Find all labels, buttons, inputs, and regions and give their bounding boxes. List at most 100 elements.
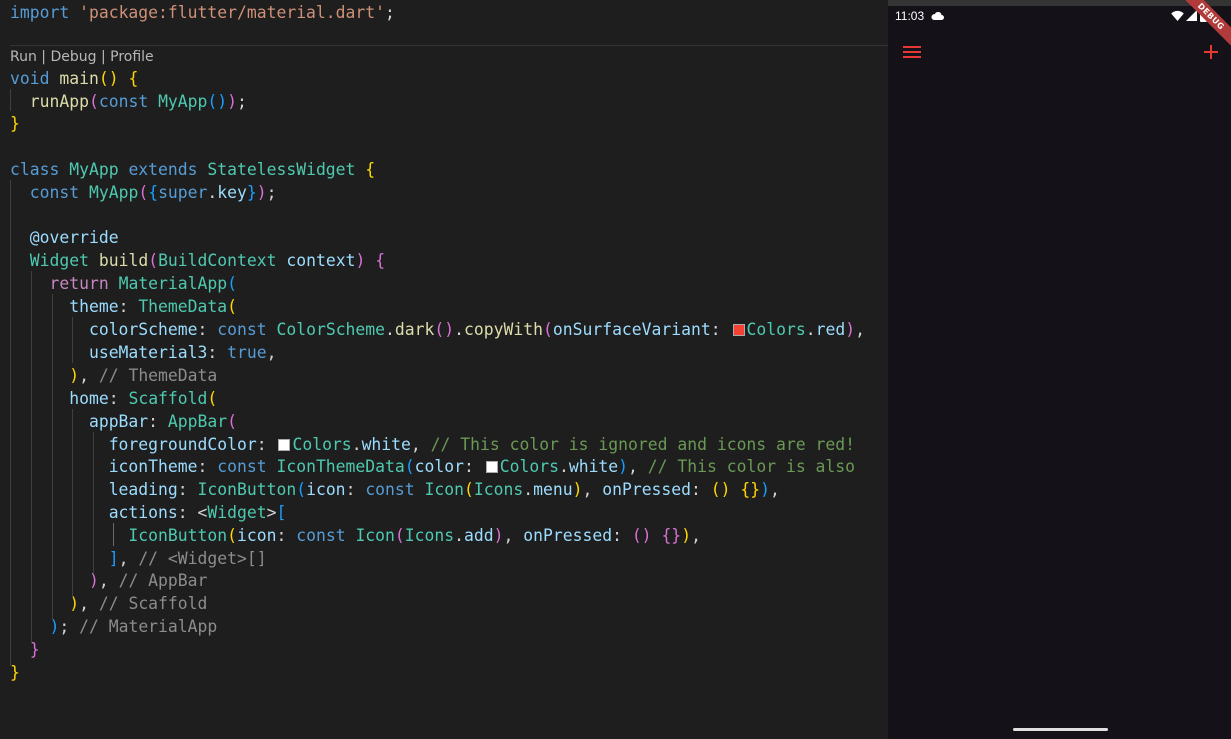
code-token: .: [385, 320, 395, 339]
code-token: :: [276, 526, 297, 545]
indent-guide: [72, 409, 73, 597]
code-line[interactable]: @override: [10, 226, 119, 249]
code-token: runApp: [29, 92, 89, 111]
code-token: MyApp: [88, 183, 139, 202]
code-token: (: [296, 480, 307, 499]
code-token: .: [523, 480, 534, 499]
code-token: :: [710, 320, 731, 339]
code-token: extends: [128, 160, 198, 179]
code-token: (: [464, 480, 474, 499]
code-token: Scaffold: [128, 389, 208, 408]
code-token: iconTheme: [108, 457, 198, 476]
signal-icon: [1186, 10, 1197, 21]
code-line[interactable]: ); // MaterialApp: [10, 615, 217, 638]
code-token: ): [227, 92, 238, 111]
code-token: MyApp: [158, 92, 208, 111]
code-token: ): [845, 320, 856, 339]
indent-guide: [10, 180, 11, 666]
code-line[interactable]: leading: IconButton(icon: const Icon(Ico…: [10, 478, 780, 501]
code-token: (: [227, 526, 237, 545]
code-token: void: [10, 69, 50, 88]
indent-guide: [31, 271, 32, 643]
add-icon[interactable]: [1199, 40, 1223, 64]
home-indicator[interactable]: [1013, 728, 1108, 731]
indent-guide: [113, 523, 114, 546]
code-token: :: [177, 480, 198, 499]
code-token: ): [355, 251, 366, 270]
code-token: ): [49, 617, 60, 636]
code-token: copyWith: [464, 320, 543, 339]
code-line[interactable]: Widget build(BuildContext context) {: [10, 249, 385, 272]
code-line[interactable]: ), // Scaffold: [10, 592, 207, 615]
code-token: foregroundColor: [108, 435, 257, 454]
code-token: .: [454, 320, 465, 339]
code-line[interactable]: ], // <Widget>[]: [10, 547, 267, 570]
menu-icon[interactable]: [900, 40, 924, 64]
code-line[interactable]: ), // AppBar: [10, 569, 207, 592]
code-line[interactable]: }: [10, 638, 40, 661]
code-token: ): [69, 594, 80, 613]
code-token: appBar: [88, 412, 149, 431]
code-line[interactable]: ), // ThemeData: [10, 364, 217, 387]
code-token: :: [108, 389, 129, 408]
code-line[interactable]: home: Scaffold(: [10, 387, 217, 410]
navigation-bar: [888, 719, 1231, 739]
code-token: // ThemeData: [98, 366, 218, 385]
code-token: // Scaffold: [98, 594, 208, 613]
code-token: {: [128, 69, 139, 88]
code-token: true: [227, 343, 267, 362]
code-line[interactable]: appBar: AppBar(: [10, 410, 237, 433]
code-line[interactable]: useMaterial3: true,: [10, 341, 277, 364]
code-line[interactable]: iconTheme: const IconThemeData(color: Co…: [10, 455, 855, 478]
code-line[interactable]: import 'package:flutter/material.dart';: [10, 1, 395, 24]
code-token: }: [10, 114, 20, 133]
status-bar: 11:03: [888, 6, 1231, 28]
color-swatch-icon[interactable]: [732, 324, 745, 336]
code-token: Widget: [29, 251, 89, 270]
code-token: ,: [691, 526, 701, 545]
code-token: IconButton: [128, 526, 228, 545]
code-token: (: [227, 297, 237, 316]
code-token: :: [463, 457, 484, 476]
code-token: ,: [855, 320, 865, 339]
color-swatch-icon[interactable]: [278, 439, 291, 451]
code-line[interactable]: }: [10, 661, 20, 684]
code-token: ,: [79, 594, 99, 613]
code-token: const: [98, 92, 149, 111]
code-line[interactable]: theme: ThemeData(: [10, 295, 237, 318]
code-line[interactable]: runApp(const MyApp());: [10, 90, 247, 113]
codelens-run-debug-profile[interactable]: Run | Debug | Profile: [10, 46, 154, 68]
code-token: }: [10, 663, 20, 682]
code-token: [: [276, 503, 287, 522]
code-token: (: [394, 526, 405, 545]
code-line[interactable]: foregroundColor: Colors.white, // This c…: [10, 433, 855, 456]
code-token: onPressed: [602, 480, 692, 499]
code-line[interactable]: class MyApp extends StatelessWidget {: [10, 158, 375, 181]
code-token: {}: [740, 480, 761, 499]
code-token: (: [227, 274, 238, 293]
code-line[interactable]: colorScheme: const ColorScheme.dark().co…: [10, 318, 865, 341]
code-line[interactable]: void main() {: [10, 67, 138, 90]
code-line[interactable]: const MyApp({super.key});: [10, 181, 277, 204]
code-token: main: [59, 69, 99, 88]
code-token: {: [148, 183, 159, 202]
code-token: ]: [108, 549, 119, 568]
color-swatch-icon[interactable]: [485, 461, 498, 473]
code-token: : <: [177, 503, 208, 522]
code-line[interactable]: return MaterialApp(: [10, 272, 237, 295]
code-token: menu: [533, 480, 573, 499]
code-editor[interactable]: Run | Debug | Profile import 'package:fl…: [0, 0, 888, 739]
code-line[interactable]: }: [10, 112, 20, 135]
